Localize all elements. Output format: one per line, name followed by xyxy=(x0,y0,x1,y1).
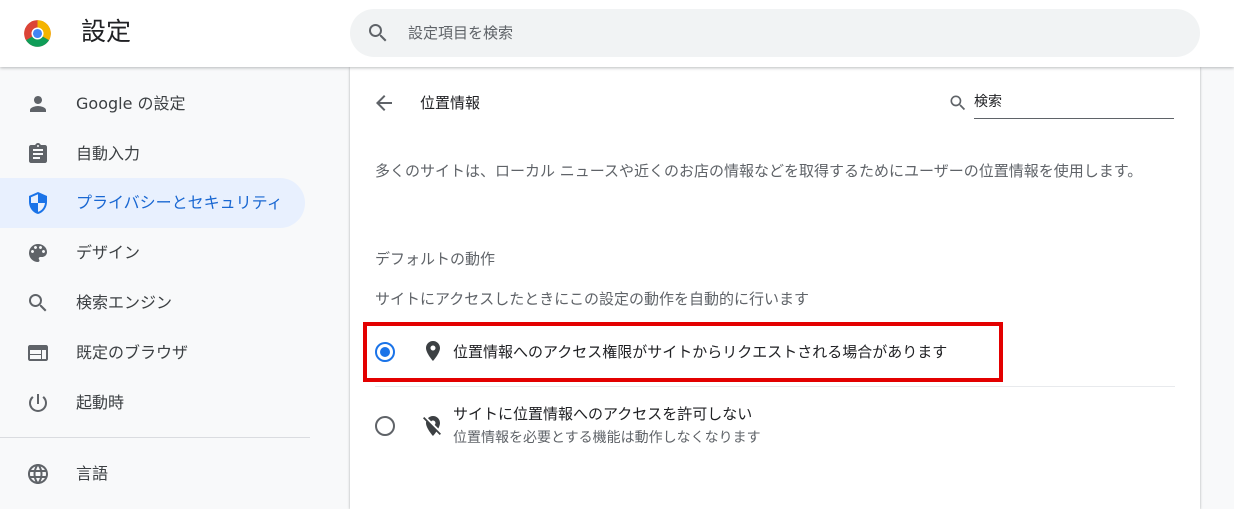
globe-icon xyxy=(28,464,48,484)
sidebar-item-autofill[interactable]: 自動入力 xyxy=(0,129,305,179)
sidebar: Google の設定 自動入力 プライバシーとセキュリティ デザイン 検索エンジ… xyxy=(0,67,320,509)
description-text: 多くのサイトは、ローカル ニュースや近くのお店の情報などを取得するためにユーザー… xyxy=(375,162,1143,180)
sidebar-item-default-browser[interactable]: 既定のブラウザ xyxy=(0,328,305,378)
app-title: 設定 xyxy=(81,17,132,46)
sidebar-item-label: 起動時 xyxy=(76,393,125,412)
settings-search-input[interactable]: 設定項目を検索 xyxy=(350,9,1200,57)
sidebar-item-label: Google の設定 xyxy=(76,94,186,113)
sidebar-item-on-startup[interactable]: 起動時 xyxy=(0,378,305,428)
default-behavior-title: デフォルトの動作 xyxy=(375,250,496,268)
radio-button-unchecked[interactable] xyxy=(375,416,395,436)
sidebar-item-google-settings[interactable]: Google の設定 xyxy=(0,79,305,129)
option-label: 位置情報へのアクセス権限がサイトからリクエストされる場合があります xyxy=(453,343,948,361)
person-icon xyxy=(30,96,46,112)
option-label: サイトに位置情報へのアクセスを許可しない xyxy=(453,405,753,423)
sidebar-item-label: プライバシーとセキュリティ xyxy=(76,193,283,212)
option-sublabel: 位置情報を必要とする機能は動作しなくなります xyxy=(453,430,761,446)
palette-icon xyxy=(29,244,47,262)
page-title: 位置情報 xyxy=(420,94,481,112)
sidebar-divider xyxy=(0,437,310,438)
option-divider xyxy=(375,386,1175,387)
sidebar-item-search-engine[interactable]: 検索エンジン xyxy=(0,278,305,328)
search-icon xyxy=(950,95,966,111)
chrome-logo-icon xyxy=(24,20,51,47)
location-off-icon xyxy=(423,416,441,436)
option-block[interactable]: サイトに位置情報へのアクセスを許可しない 位置情報を必要とする機能は動作しなくな… xyxy=(363,397,1003,457)
sidebar-item-languages[interactable]: 言語 xyxy=(0,449,305,499)
sidebar-item-privacy-security[interactable]: プライバシーとセキュリティ xyxy=(0,178,305,228)
sidebar-item-label: 言語 xyxy=(76,464,109,483)
location-settings-card: 位置情報 検索 多くのサイトは、ローカル ニュースや近くのお店の情報などを取得す… xyxy=(350,67,1200,509)
power-icon xyxy=(28,394,47,412)
location-pin-icon xyxy=(426,341,440,361)
top-bar: 設定 設定項目を検索 xyxy=(0,0,1234,67)
back-arrow-icon[interactable] xyxy=(372,91,396,115)
clipboard-icon xyxy=(29,143,47,163)
sidebar-item-label: デザイン xyxy=(76,243,141,262)
search-icon xyxy=(29,294,47,312)
shield-icon xyxy=(29,192,47,214)
search-icon xyxy=(369,24,387,42)
location-search-input[interactable]: 検索 xyxy=(948,89,1176,119)
radio-button-checked[interactable] xyxy=(375,342,395,362)
sidebar-item-label: 自動入力 xyxy=(76,144,141,163)
sidebar-item-appearance[interactable]: デザイン xyxy=(0,228,305,278)
default-behavior-subtitle: サイトにアクセスしたときにこの設定の動作を自動的に行います xyxy=(375,290,809,308)
search-field-text: 検索 xyxy=(974,89,1174,119)
sidebar-item-label: 既定のブラウザ xyxy=(76,343,189,362)
sidebar-item-label: 検索エンジン xyxy=(76,293,173,312)
browser-window-icon xyxy=(28,345,48,361)
option-allow-ask[interactable]: 位置情報へのアクセス権限がサイトからリクエストされる場合があります xyxy=(363,322,1003,382)
search-placeholder: 設定項目を検索 xyxy=(408,24,514,42)
